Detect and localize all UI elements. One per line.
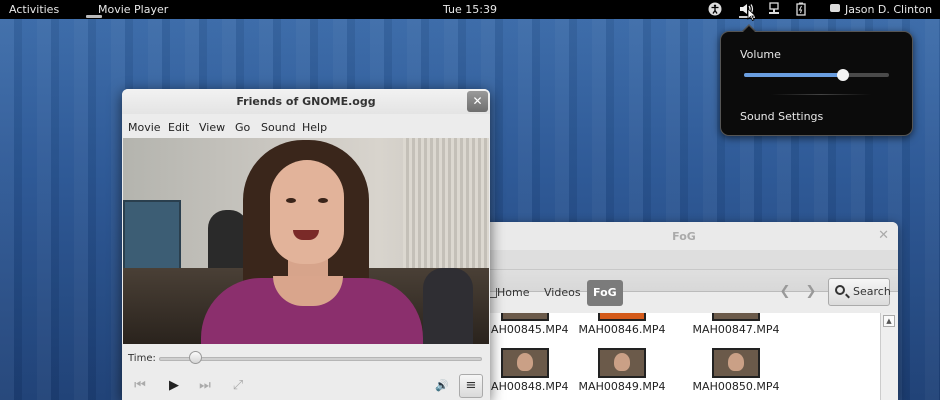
file-name: MAH00849.MP4	[578, 380, 666, 393]
previous-icon[interactable]: ⏮	[130, 377, 150, 395]
volume-slider-fill	[744, 73, 843, 77]
file-item[interactable]: MAH00848.MP4	[475, 348, 575, 393]
files-titlebar[interactable]: FoG ✕	[470, 222, 898, 250]
menu-movie[interactable]: Movie	[128, 121, 161, 134]
file-item[interactable]: MAH00846.MP4	[572, 313, 672, 336]
back-arrow-icon[interactable]: ❮	[776, 283, 794, 301]
player-menubar: Movie Edit View Go Sound Help	[122, 116, 490, 138]
sidebar-menu-button[interactable]: ≡	[459, 374, 483, 398]
video-thumbnail	[598, 348, 646, 378]
video-thumbnail	[712, 348, 760, 378]
seek-bar[interactable]	[159, 357, 482, 361]
popup-arrow-inner	[742, 26, 756, 33]
player-controls: Time: ⏮ ▶ ⏭ ⤢ 🔊 ≡	[122, 345, 490, 400]
player-titlebar[interactable]: Friends of GNOME.ogg ✕	[122, 89, 490, 114]
accessibility-icon[interactable]	[708, 2, 722, 16]
volume-menu: Volume Sound Settings	[720, 31, 913, 136]
files-window: FoG ✕ Home Videos FoG ❮ ❯ Search MAH0084…	[470, 222, 898, 400]
menu-help[interactable]: Help	[302, 121, 327, 134]
movie-player-window: Friends of GNOME.ogg ✕ Movie Edit View G…	[122, 89, 490, 400]
fullscreen-icon[interactable]: ⤢	[228, 377, 248, 395]
video-thumbnail	[501, 313, 549, 321]
search-button[interactable]: Search	[828, 278, 891, 306]
forward-arrow-icon[interactable]: ❯	[802, 283, 820, 301]
file-item[interactable]: MAH00845.MP4	[475, 313, 575, 336]
menu-separator	[771, 94, 871, 95]
video-display[interactable]	[123, 138, 489, 344]
file-name: MAH00845.MP4	[481, 323, 569, 336]
network-icon[interactable]	[767, 2, 781, 16]
file-name: MAH00848.MP4	[481, 380, 569, 393]
menu-go[interactable]: Go	[235, 121, 250, 134]
video-thumbnail	[712, 313, 760, 321]
chat-icon[interactable]	[830, 4, 840, 12]
volume-slider-knob[interactable]	[836, 69, 849, 81]
time-label: Time:	[128, 353, 156, 364]
menu-view[interactable]: View	[199, 121, 225, 134]
clock[interactable]: Tue 15:39	[443, 3, 497, 16]
play-icon[interactable]: ▶	[164, 377, 184, 395]
video-presenter-face	[270, 160, 344, 264]
file-item[interactable]: MAH00850.MP4	[686, 348, 786, 393]
video-thumbnail	[598, 313, 646, 321]
file-item[interactable]: MAH00847.MP4	[686, 313, 786, 336]
breadcrumb-fog[interactable]: FoG	[587, 280, 623, 306]
video-background-screen	[123, 200, 181, 270]
battery-icon[interactable]	[794, 2, 808, 16]
mouse-pointer-icon	[747, 8, 757, 22]
menu-sound[interactable]: Sound	[261, 121, 296, 134]
volume-label: Volume	[740, 48, 781, 61]
volume-button-icon[interactable]: 🔊	[432, 377, 452, 395]
activities-button[interactable]: Activities	[9, 3, 59, 16]
sound-settings-item[interactable]: Sound Settings	[740, 110, 823, 123]
breadcrumb-home[interactable]: Home	[491, 280, 535, 306]
video-thumbnail	[501, 348, 549, 378]
files-close-icon[interactable]: ✕	[878, 228, 889, 243]
search-icon	[835, 285, 845, 295]
scroll-up-arrow-icon[interactable]: ▲	[883, 315, 895, 327]
menu-edit[interactable]: Edit	[168, 121, 189, 134]
file-item[interactable]: MAH00849.MP4	[572, 348, 672, 393]
next-icon[interactable]: ⏭	[195, 377, 215, 395]
video-presenter-eye	[286, 198, 296, 203]
app-menu[interactable]: Movie Player	[98, 3, 168, 16]
user-menu[interactable]: Jason D. Clinton	[845, 3, 932, 16]
seek-bar-knob[interactable]	[188, 351, 202, 364]
video-presenter-eye	[318, 198, 328, 203]
player-window-title: Friends of GNOME.ogg	[236, 95, 376, 108]
files-toolbar-strip	[470, 250, 898, 270]
files-window-title: FoG	[672, 230, 696, 243]
files-scrollbar[interactable]: ▲	[880, 313, 898, 400]
volume-slider-track[interactable]	[744, 73, 889, 77]
file-name: MAH00850.MP4	[692, 380, 780, 393]
video-background-blinds	[403, 138, 489, 288]
file-name: MAH00847.MP4	[692, 323, 780, 336]
file-name: MAH00846.MP4	[578, 323, 666, 336]
video-background-person	[423, 268, 473, 344]
close-icon[interactable]: ✕	[467, 91, 488, 112]
top-panel: Activities Movie Player Tue 15:39 Jason …	[0, 0, 940, 22]
search-button-label: Search	[853, 285, 891, 298]
breadcrumb-videos[interactable]: Videos	[538, 280, 587, 306]
file-grid: MAH00845.MP4 MAH00846.MP4 MAH00847.MP4 M…	[470, 313, 880, 400]
